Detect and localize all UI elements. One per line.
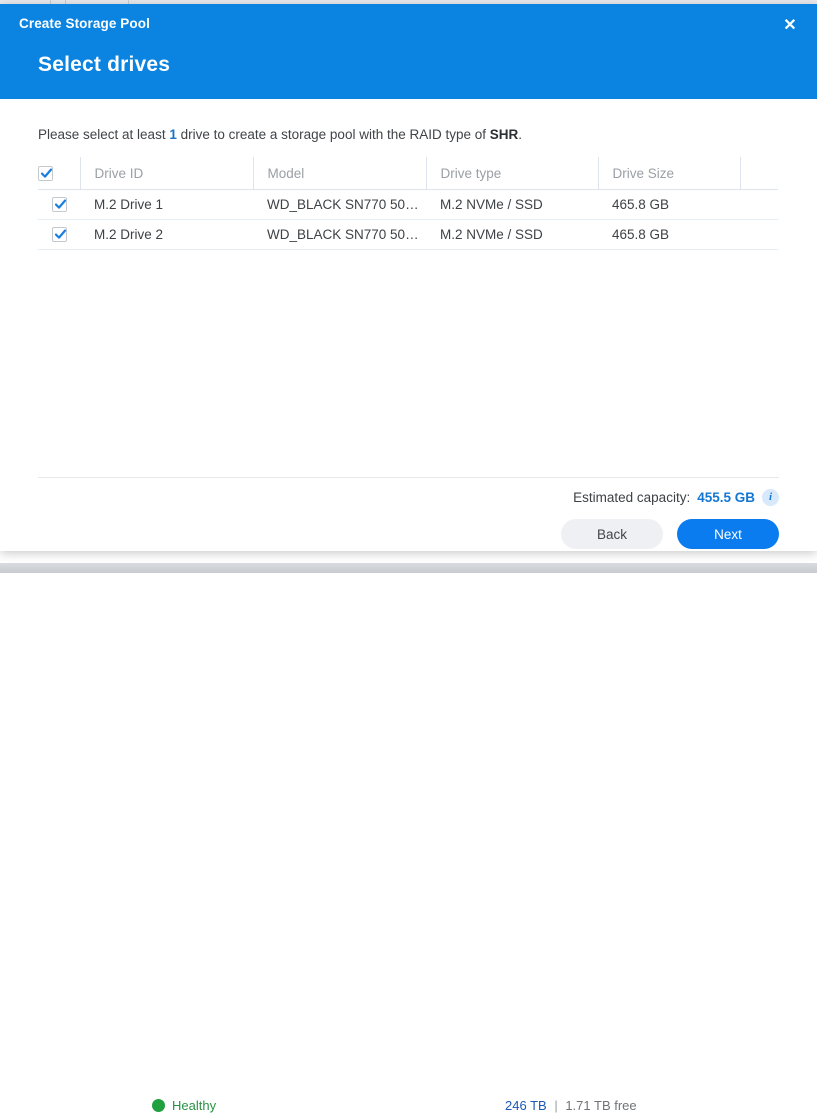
instruction-prefix: Please select at least [38,127,170,142]
dialog-header: Create Storage Pool Select drives ✕ [0,4,817,99]
select-all-checkbox[interactable] [38,165,53,181]
close-icon[interactable]: ✕ [779,15,801,37]
table-header-row: Drive ID Model Drive type Drive Size [38,157,778,190]
checkmark-icon [54,229,66,240]
background-health-status: Healthy [152,1098,216,1113]
column-header-drive-id[interactable]: Drive ID [79,157,253,190]
cell-spacer [740,189,778,220]
instruction-raid-type: SHR [489,127,519,142]
cell-drive-id: M.2 Drive 2 [80,219,253,250]
checkmark-icon [40,168,53,178]
cell-drive-type: M.2 NVMe / SSD [426,189,598,220]
background-capacity-used: 246 TB [505,1098,547,1113]
background-capacity-text: 246 TB | 1.71 TB free [505,1098,637,1113]
status-dot-icon [152,1099,165,1112]
column-header-model[interactable]: Model [252,157,426,190]
create-storage-pool-dialog: Create Storage Pool Select drives ✕ Plea… [0,4,817,551]
estimated-capacity-row: Estimated capacity: 455.5 GB i [573,489,779,506]
column-header-drive-type[interactable]: Drive type [425,157,598,190]
row-checkbox[interactable] [51,227,67,243]
next-button[interactable]: Next [677,519,779,549]
column-header-model-label: Model [267,165,305,181]
column-header-drive-type-label: Drive type [440,165,502,181]
row-select-cell [38,189,80,220]
cell-drive-id: M.2 Drive 1 [80,189,253,220]
dialog-title: Create Storage Pool [19,16,150,31]
column-header-drive-size-label: Drive Size [612,165,675,181]
row-checkbox[interactable] [51,197,67,213]
background-capacity-separator: | [554,1098,558,1113]
background-bottom-shadow [0,563,817,573]
instruction-text: Please select at least 1 drive to create… [38,127,522,142]
cell-model: WD_BLACK SN770 50… [253,189,426,220]
table-row[interactable]: M.2 Drive 2 WD_BLACK SN770 50… M.2 NVMe … [38,219,778,250]
column-header-spacer [739,157,778,190]
instruction-middle: drive to create a storage pool with the … [176,127,490,142]
dialog-footer: Estimated capacity: 455.5 GB i Back Next [38,477,779,551]
background-capacity-free: 1.71 TB free [565,1098,637,1113]
cell-model: WD_BLACK SN770 50… [253,219,426,250]
background-health-label: Healthy [172,1098,217,1113]
row-select-cell [38,219,80,250]
instruction-suffix: . [518,127,523,142]
table-row[interactable]: M.2 Drive 1 WD_BLACK SN770 50… M.2 NVMe … [38,189,778,220]
info-icon[interactable]: i [762,489,779,506]
estimated-capacity-value: 455.5 GB [697,490,755,505]
cell-drive-size: 465.8 GB [598,219,740,250]
back-button[interactable]: Back [561,519,663,549]
checkmark-icon [54,199,66,210]
dialog-button-row: Back Next [561,519,779,549]
cell-drive-type: M.2 NVMe / SSD [426,219,598,250]
select-all-header-cell [38,157,80,190]
dialog-body: Please select at least 1 drive to create… [0,99,817,477]
instruction-min-drives: 1 [169,127,177,142]
drive-table: Drive ID Model Drive type Drive Size M.2… [38,157,778,250]
estimated-capacity-label: Estimated capacity: [573,490,691,505]
column-header-drive-size[interactable]: Drive Size [597,157,740,190]
column-header-drive-id-label: Drive ID [94,165,144,181]
cell-spacer [740,219,778,250]
dialog-subtitle: Select drives [38,53,171,76]
cell-drive-size: 465.8 GB [598,189,740,220]
